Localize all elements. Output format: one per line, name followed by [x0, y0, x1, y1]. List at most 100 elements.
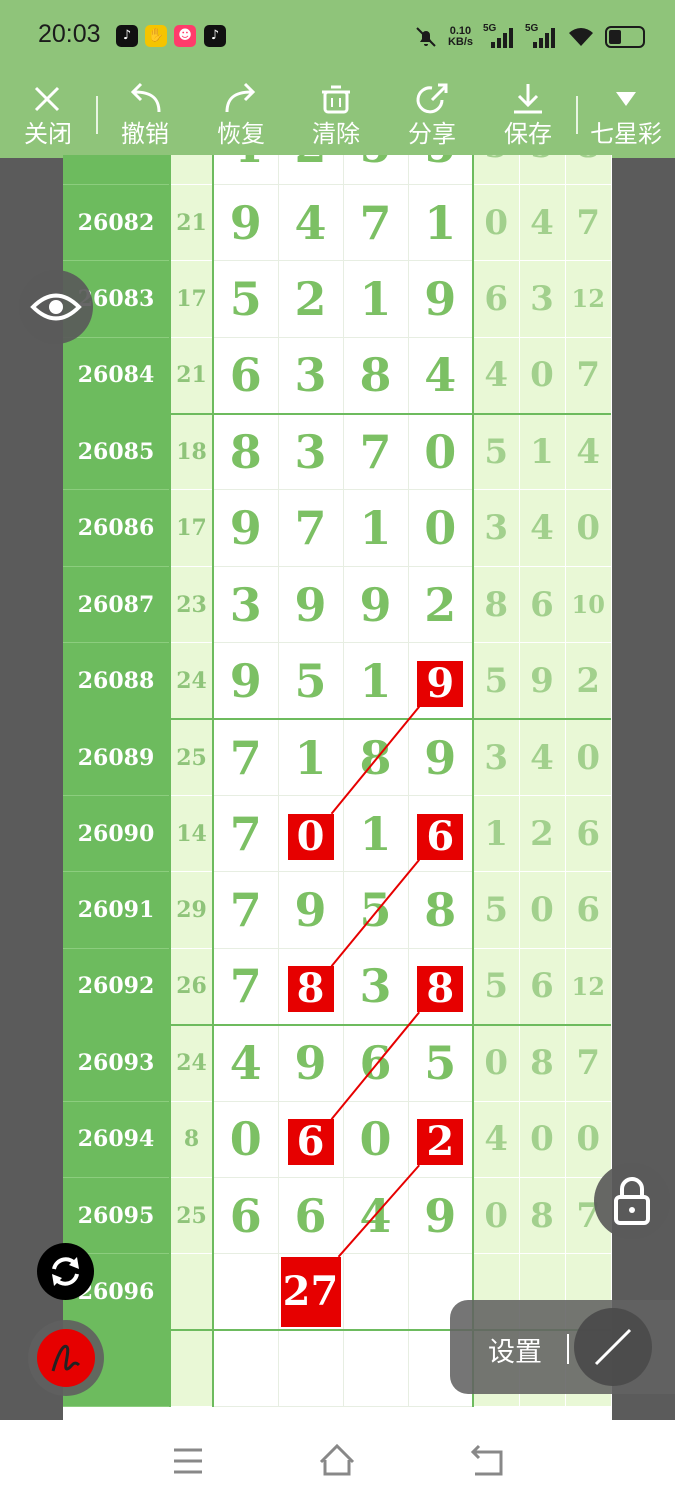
digit-cell[interactable]: 9: [213, 489, 279, 567]
digit-cell[interactable]: 8: [213, 413, 279, 491]
digit-cell[interactable]: 8: [408, 948, 474, 1026]
digit-cell[interactable]: 27: [278, 1253, 344, 1332]
digit-cell[interactable]: 4: [278, 184, 344, 262]
lottery-type-dropdown[interactable]: 七星彩: [586, 74, 666, 158]
app-notification-icon: ✋: [145, 25, 167, 47]
home-icon[interactable]: [307, 1438, 367, 1484]
visibility-toggle-button[interactable]: [19, 270, 93, 344]
refresh-button[interactable]: [37, 1243, 94, 1300]
digit-cell[interactable]: 2: [278, 155, 344, 185]
digit-cell[interactable]: [213, 1330, 279, 1408]
close-button[interactable]: 关闭: [8, 74, 88, 158]
digit-cell[interactable]: 9: [408, 719, 474, 797]
digit-cell[interactable]: 3: [278, 413, 344, 491]
digit-cell[interactable]: 5: [408, 155, 474, 185]
digit-cell[interactable]: 6: [213, 1177, 279, 1255]
digit-cell[interactable]: 0: [213, 1101, 279, 1178]
digit-cell[interactable]: 5: [408, 1024, 474, 1102]
digit-cell[interactable]: 3: [213, 566, 279, 644]
digit-cell[interactable]: 2: [408, 566, 474, 644]
settings-panel: 设置: [450, 1300, 675, 1394]
draw-line-button[interactable]: [574, 1308, 652, 1386]
digit-cell[interactable]: 9: [278, 871, 344, 949]
digit-cell[interactable]: 6: [278, 1177, 344, 1255]
digit-cell[interactable]: 2: [278, 260, 344, 338]
digit-cell[interactable]: 7: [213, 795, 279, 873]
digit-cell[interactable]: [278, 1330, 344, 1408]
refresh-icon: [52, 1257, 79, 1286]
digit-cell[interactable]: [213, 1253, 279, 1332]
pen-scribble-icon: [51, 1344, 81, 1372]
redo-button[interactable]: 恢复: [201, 74, 281, 158]
digit-cell[interactable]: 5: [213, 260, 279, 338]
digit-cell[interactable]: 8: [408, 871, 474, 949]
digit-cell[interactable]: 8: [278, 948, 344, 1026]
digit-cell[interactable]: 9: [408, 642, 474, 721]
digit-cell[interactable]: 9: [408, 260, 474, 338]
table-row: 26095 25 6 6 4 9 0 8 7: [63, 1177, 611, 1255]
digit-cell[interactable]: 8: [343, 719, 409, 797]
issue-number-cell: 26085: [63, 413, 170, 491]
digit-cell[interactable]: 7: [213, 719, 279, 797]
digit-cell[interactable]: 9: [213, 184, 279, 262]
digit-cell[interactable]: 3: [278, 337, 344, 415]
digit-cell[interactable]: 9: [408, 1177, 474, 1255]
digit-cell[interactable]: 2: [408, 1101, 474, 1178]
digit-cell[interactable]: 7: [278, 489, 344, 567]
digit-cell[interactable]: 9: [278, 1024, 344, 1102]
table-row: 26085 18 8 3 7 0 5 1 4: [63, 413, 611, 491]
digit-cell[interactable]: 1: [343, 642, 409, 721]
digit-cell[interactable]: 1: [278, 719, 344, 797]
undo-icon: [130, 82, 161, 113]
extra-digit-cell: 3: [473, 489, 520, 567]
digit-cell[interactable]: 7: [343, 413, 409, 491]
back-icon[interactable]: [457, 1438, 517, 1484]
digit-cell[interactable]: 0: [343, 1101, 409, 1178]
digit-cell[interactable]: 3: [343, 948, 409, 1026]
digit-cell[interactable]: 4: [343, 1177, 409, 1255]
digit-cell[interactable]: 0: [408, 489, 474, 567]
extra-digit-cell: 4: [473, 337, 520, 415]
digit-cell[interactable]: 6: [343, 1024, 409, 1102]
settings-divider: [567, 1334, 569, 1364]
lock-button[interactable]: [594, 1163, 670, 1239]
digit-cell[interactable]: 9: [213, 642, 279, 721]
history-table-area[interactable]: 2608112425555826082219471047260831752196…: [63, 155, 612, 1420]
digit-cell[interactable]: 4: [213, 1024, 279, 1102]
save-button[interactable]: 保存: [488, 74, 568, 158]
digit-cell[interactable]: 5: [278, 642, 344, 721]
digit-cell[interactable]: 7: [213, 948, 279, 1026]
table-row: 26088 24 9 5 1 9 5 9 2: [63, 642, 611, 721]
digit-cell[interactable]: 5: [343, 871, 409, 949]
extra-digit-cell: 8: [473, 566, 520, 644]
highlighted-digit: 6: [287, 1119, 334, 1166]
issue-number-cell: 26094: [63, 1101, 170, 1178]
toolbar-divider: [576, 96, 578, 134]
digit-cell[interactable]: 4: [408, 337, 474, 415]
pen-tool-button[interactable]: [28, 1320, 104, 1396]
digit-cell[interactable]: [343, 1330, 409, 1408]
digit-cell[interactable]: 6: [278, 1101, 344, 1178]
digit-cell[interactable]: 4: [213, 155, 279, 185]
share-button[interactable]: 分享: [392, 74, 472, 158]
digit-cell[interactable]: 8: [343, 337, 409, 415]
digit-cell[interactable]: 6: [213, 337, 279, 415]
digit-cell[interactable]: 6: [408, 795, 474, 873]
digit-cell[interactable]: 0: [278, 795, 344, 873]
digit-cell[interactable]: [343, 1253, 409, 1332]
clear-button[interactable]: 清除: [296, 74, 376, 158]
digit-cell[interactable]: 9: [278, 566, 344, 644]
digit-cell[interactable]: 0: [408, 413, 474, 491]
digit-cell[interactable]: 1: [343, 260, 409, 338]
digit-cell[interactable]: 5: [343, 155, 409, 185]
digit-cell[interactable]: 1: [343, 795, 409, 873]
digit-cell[interactable]: 1: [343, 489, 409, 567]
digit-cell[interactable]: 7: [343, 184, 409, 262]
highlighted-digit: 8: [287, 966, 334, 1013]
menu-icon[interactable]: [158, 1438, 218, 1484]
undo-button[interactable]: 撤销: [105, 74, 185, 158]
digit-cell[interactable]: 9: [343, 566, 409, 644]
settings-button[interactable]: 设置: [488, 1330, 542, 1369]
digit-cell[interactable]: 7: [213, 871, 279, 949]
digit-cell[interactable]: 1: [408, 184, 474, 262]
